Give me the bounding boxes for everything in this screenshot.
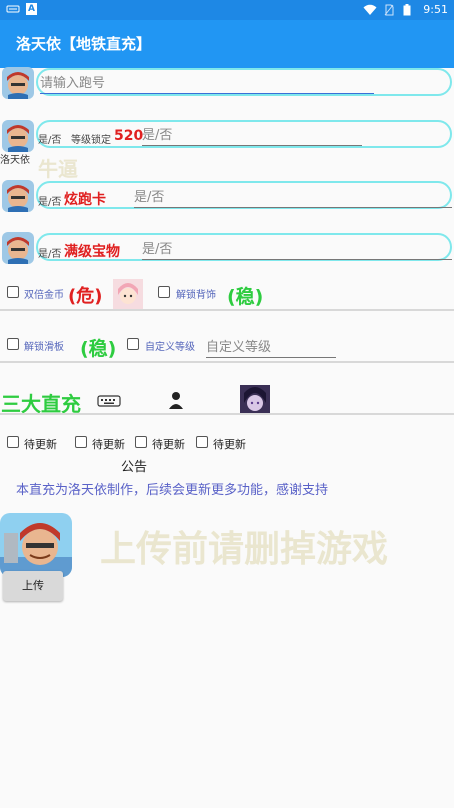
upload-watermark: 上传前请删掉游戏: [100, 529, 389, 570]
pending-checkbox-1[interactable]: [7, 436, 19, 448]
treasure-input[interactable]: 是/否: [142, 238, 452, 260]
pending-label-3: 待更新: [152, 438, 185, 451]
game-app-icon: [0, 513, 72, 577]
unlock-board-label: 解锁滑板: [24, 342, 64, 353]
wifi-icon: [363, 4, 377, 16]
notification-a-icon: A: [26, 3, 37, 15]
stable-tag-2: (稳): [80, 338, 117, 360]
no-sim-icon: [383, 4, 397, 16]
board-card-label: 炫跑卡: [64, 192, 106, 208]
divider: [0, 309, 454, 311]
watermark-text: 牛逼: [38, 157, 78, 181]
custom-level-input[interactable]: 自定义等级: [206, 336, 336, 358]
avatar: [2, 180, 34, 212]
custom-level-label: 自定义等级: [145, 342, 195, 353]
upload-button[interactable]: 上传: [3, 571, 63, 601]
unlock-board-checkbox[interactable]: [7, 338, 19, 350]
treasure-yesno-prefix: 是/否: [38, 249, 62, 260]
status-bar: A 9:51: [0, 0, 454, 20]
board-card-input[interactable]: 是/否: [134, 186, 452, 208]
danger-tag: (危): [68, 286, 103, 307]
keyboard-icon: [6, 3, 20, 15]
divider: [0, 361, 454, 363]
level-lock-input[interactable]: 是/否: [142, 124, 362, 146]
anime-avatar: [113, 279, 143, 309]
person-icon[interactable]: [169, 391, 183, 413]
anime-avatar-dark: [240, 385, 270, 415]
treasure-label: 满级宝物: [64, 244, 120, 260]
custom-level-checkbox[interactable]: [127, 338, 139, 350]
double-coins-checkbox[interactable]: [7, 286, 19, 298]
divider: [0, 413, 454, 415]
battery-icon: [403, 3, 417, 16]
pending-label-2: 待更新: [92, 438, 125, 451]
pending-checkbox-2[interactable]: [75, 436, 87, 448]
author-label: 洛天依: [0, 155, 30, 166]
stable-tag: (稳): [227, 286, 264, 308]
avatar: [2, 232, 34, 264]
board-card-yesno-prefix: 是/否: [38, 197, 62, 208]
notice-title: 公告: [121, 460, 148, 475]
unlock-backpack-label: 解锁背饰: [176, 290, 216, 301]
level-lock-value: 520: [114, 128, 144, 144]
notice-text: 本直充为洛天依制作，后续会更新更多功能，感谢支持: [16, 483, 329, 498]
page-title: 洛天依【地铁直充】: [16, 35, 152, 53]
pending-label-1: 待更新: [24, 438, 57, 451]
avatar: [2, 67, 34, 99]
pending-checkbox-3[interactable]: [135, 436, 147, 448]
clock: 9:51: [423, 3, 448, 16]
app-bar: 洛天依【地铁直充】: [0, 20, 454, 68]
pending-label-4: 待更新: [213, 438, 246, 451]
double-coins-label: 双倍金币: [24, 290, 64, 301]
avatar: [2, 120, 34, 152]
pending-checkbox-4[interactable]: [196, 436, 208, 448]
run-id-input[interactable]: 请输入跑号: [40, 72, 374, 94]
level-yesno-prefix: 是/否: [38, 135, 62, 146]
level-lock-label: 等级锁定: [71, 135, 111, 146]
unlock-backpack-checkbox[interactable]: [158, 286, 170, 298]
keyboard-icon[interactable]: [97, 393, 121, 412]
